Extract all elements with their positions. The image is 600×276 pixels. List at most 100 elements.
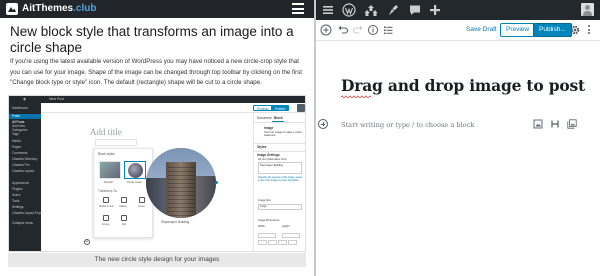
screenshot-transform-item: Media & Text xyxy=(99,205,114,208)
screenshot-alt-help: Describe the purpose of the image. Leave… xyxy=(258,176,303,182)
block-navigation-icon[interactable] xyxy=(382,24,394,36)
site-name-suffix: .club xyxy=(73,3,97,14)
screenshot-sidebar-item: Pages xyxy=(12,145,22,149)
screenshot-tab-block: Block xyxy=(274,116,283,120)
screenshot-sidebar-item: Tools xyxy=(12,199,20,203)
screenshot-gallery-icon xyxy=(121,197,127,203)
site-name-main: AitThemes xyxy=(22,3,74,14)
save-draft-button[interactable]: Save Draft xyxy=(466,24,497,36)
settings-gear-icon[interactable] xyxy=(569,24,581,36)
screenshot-style-default-label: Default xyxy=(104,180,113,184)
screenshot-alt-value: Skyscraper Building xyxy=(260,164,283,167)
screenshot-transform-item: Group xyxy=(102,223,110,226)
screenshot-block-styles-label: Block styles xyxy=(98,152,115,156)
comments-icon[interactable] xyxy=(408,3,422,17)
screenshot-block-styles-popup: Block styles Default Circle mask Transfo… xyxy=(93,148,153,238)
user-avatar[interactable] xyxy=(581,3,594,16)
screenshot-transform-item: Gallery xyxy=(119,205,128,208)
screenshot-block-desc: Insert an image to make a visual stateme… xyxy=(264,131,302,137)
paragraph-placeholder[interactable]: Start writing or type / to choose a bloc… xyxy=(341,121,474,129)
preview-button[interactable]: Preview xyxy=(500,23,536,37)
screenshot-cover-icon xyxy=(139,197,145,203)
screenshot-sidebar-item: Tags xyxy=(12,132,19,136)
screenshot-transform-item: Cover xyxy=(138,205,145,208)
screenshot-size-button xyxy=(278,240,287,245)
screenshot-height-input xyxy=(282,233,300,238)
site-name[interactable]: AitThemes.club xyxy=(22,2,96,16)
screenshot-styles-heading: Styles xyxy=(257,145,267,149)
screenshot-file-icon xyxy=(121,215,127,221)
screenshot-height-label: Height xyxy=(282,225,290,228)
screenshot-style-circle xyxy=(124,161,146,179)
undo-icon[interactable] xyxy=(337,24,349,36)
screenshot-sidebar-item: Media xyxy=(12,139,21,143)
screenshot-toolbar: Preview Publish xyxy=(41,103,305,113)
screenshot-image-caption: Skyscraper Building xyxy=(161,220,190,224)
screenshot-gear-icon xyxy=(297,104,305,112)
heading-block-icon[interactable] xyxy=(550,119,560,129)
screenshot-transform-label: Transform To: xyxy=(98,189,118,193)
screenshot-sidebar-item: Plugins xyxy=(12,187,23,191)
screenshot-sidebar-item: Collapse menu xyxy=(12,221,34,225)
screenshot-image-settings-heading: Image Settings xyxy=(257,153,280,157)
screenshot-image-size-label: Image Size xyxy=(258,199,271,202)
publish-button[interactable]: Publish... xyxy=(533,23,572,37)
editor-toolbar: Save Draft Preview Publish... xyxy=(316,20,600,41)
gallery-block-icon[interactable] xyxy=(567,119,577,129)
image-caption: The new circle style design for your ima… xyxy=(8,253,306,267)
screenshot-sidebar-item: Settings xyxy=(12,205,24,209)
screenshot-size-button xyxy=(258,240,267,245)
screenshot-size-button xyxy=(288,240,297,245)
menu-toggle-icon[interactable] xyxy=(321,3,335,17)
screenshot-sidebar-item: Dashboard xyxy=(12,106,28,110)
image-block-icon[interactable] xyxy=(533,119,543,129)
post-title-input[interactable]: Drag and drop image to post xyxy=(341,76,585,95)
screenshot-topbar-text: New Post xyxy=(49,97,64,101)
screenshot-editor: Add title Block styles Default Circle ma… xyxy=(41,113,253,251)
screenshot-media-text-icon xyxy=(103,197,109,203)
redo-icon[interactable] xyxy=(352,24,364,36)
screenshot-group-icon xyxy=(103,215,109,221)
add-new-icon[interactable] xyxy=(428,3,442,17)
post-body: If you're using the latest available ver… xyxy=(10,58,303,86)
site-logo-icon xyxy=(6,3,18,15)
screenshot-sidebar-item: Citadela Pro xyxy=(12,163,30,167)
screenshot-tab-document: Document xyxy=(257,116,272,120)
screenshot-sidebar: Dashboard Posts All Posts Add New Catego… xyxy=(9,103,47,251)
screenshot-width-input xyxy=(258,233,276,238)
my-sites-icon[interactable] xyxy=(364,3,378,17)
article-pane: AitThemes.club New block style that tran… xyxy=(0,0,314,276)
screenshot-sidebar-item: Citadela Directory xyxy=(12,157,38,161)
admin-bar xyxy=(316,0,600,20)
screenshot-resize-handle xyxy=(215,181,218,184)
screenshot-sidebar-item: Users xyxy=(12,193,21,197)
add-block-icon[interactable] xyxy=(320,24,332,36)
screenshot-admin-bar: ◉ New Post xyxy=(9,96,305,103)
screenshot-transform-item: File xyxy=(122,223,127,226)
info-icon[interactable] xyxy=(367,24,379,36)
post-title: New block style that transforms an image… xyxy=(10,24,294,55)
customize-icon[interactable] xyxy=(386,3,400,17)
inline-add-block-icon[interactable] xyxy=(318,119,328,129)
editor-screenshot: ◉ New Post Dashboard Posts All Posts Add… xyxy=(8,95,306,252)
wordpress-logo-icon[interactable] xyxy=(342,3,356,17)
screenshot-circle-image xyxy=(146,148,216,218)
screenshot-settings-panel: Document Block Image Insert an image to … xyxy=(253,113,305,251)
menu-icon[interactable] xyxy=(292,3,304,14)
screenshot-sidebar-item: Citadela Layout xyxy=(12,169,35,173)
screenshot-add-title: Add title xyxy=(90,127,122,137)
screenshot-sidebar-item: Appearance xyxy=(12,181,30,185)
more-options-icon[interactable] xyxy=(586,24,592,36)
screenshot-size-button xyxy=(268,240,277,245)
screenshot-preview-button: Preview xyxy=(253,105,273,111)
screenshot-sidebar-item: Comments xyxy=(12,151,28,155)
screenshot-style-default xyxy=(99,161,121,179)
screenshot-size-value: Large xyxy=(260,205,267,208)
screenshot-dimensions-label: Image Dimensions xyxy=(258,219,280,222)
screenshot-block-toolbar xyxy=(95,139,137,146)
screenshot-add-block-icon: + xyxy=(84,239,90,245)
screenshot-style-circle-label: Circle mask xyxy=(127,180,142,184)
screenshot-sidebar-item: Posts xyxy=(12,114,20,118)
screenshot-alt-label: Alt Text (Alternative Text) xyxy=(258,158,287,161)
screenshot-block-name: Image xyxy=(264,126,274,130)
